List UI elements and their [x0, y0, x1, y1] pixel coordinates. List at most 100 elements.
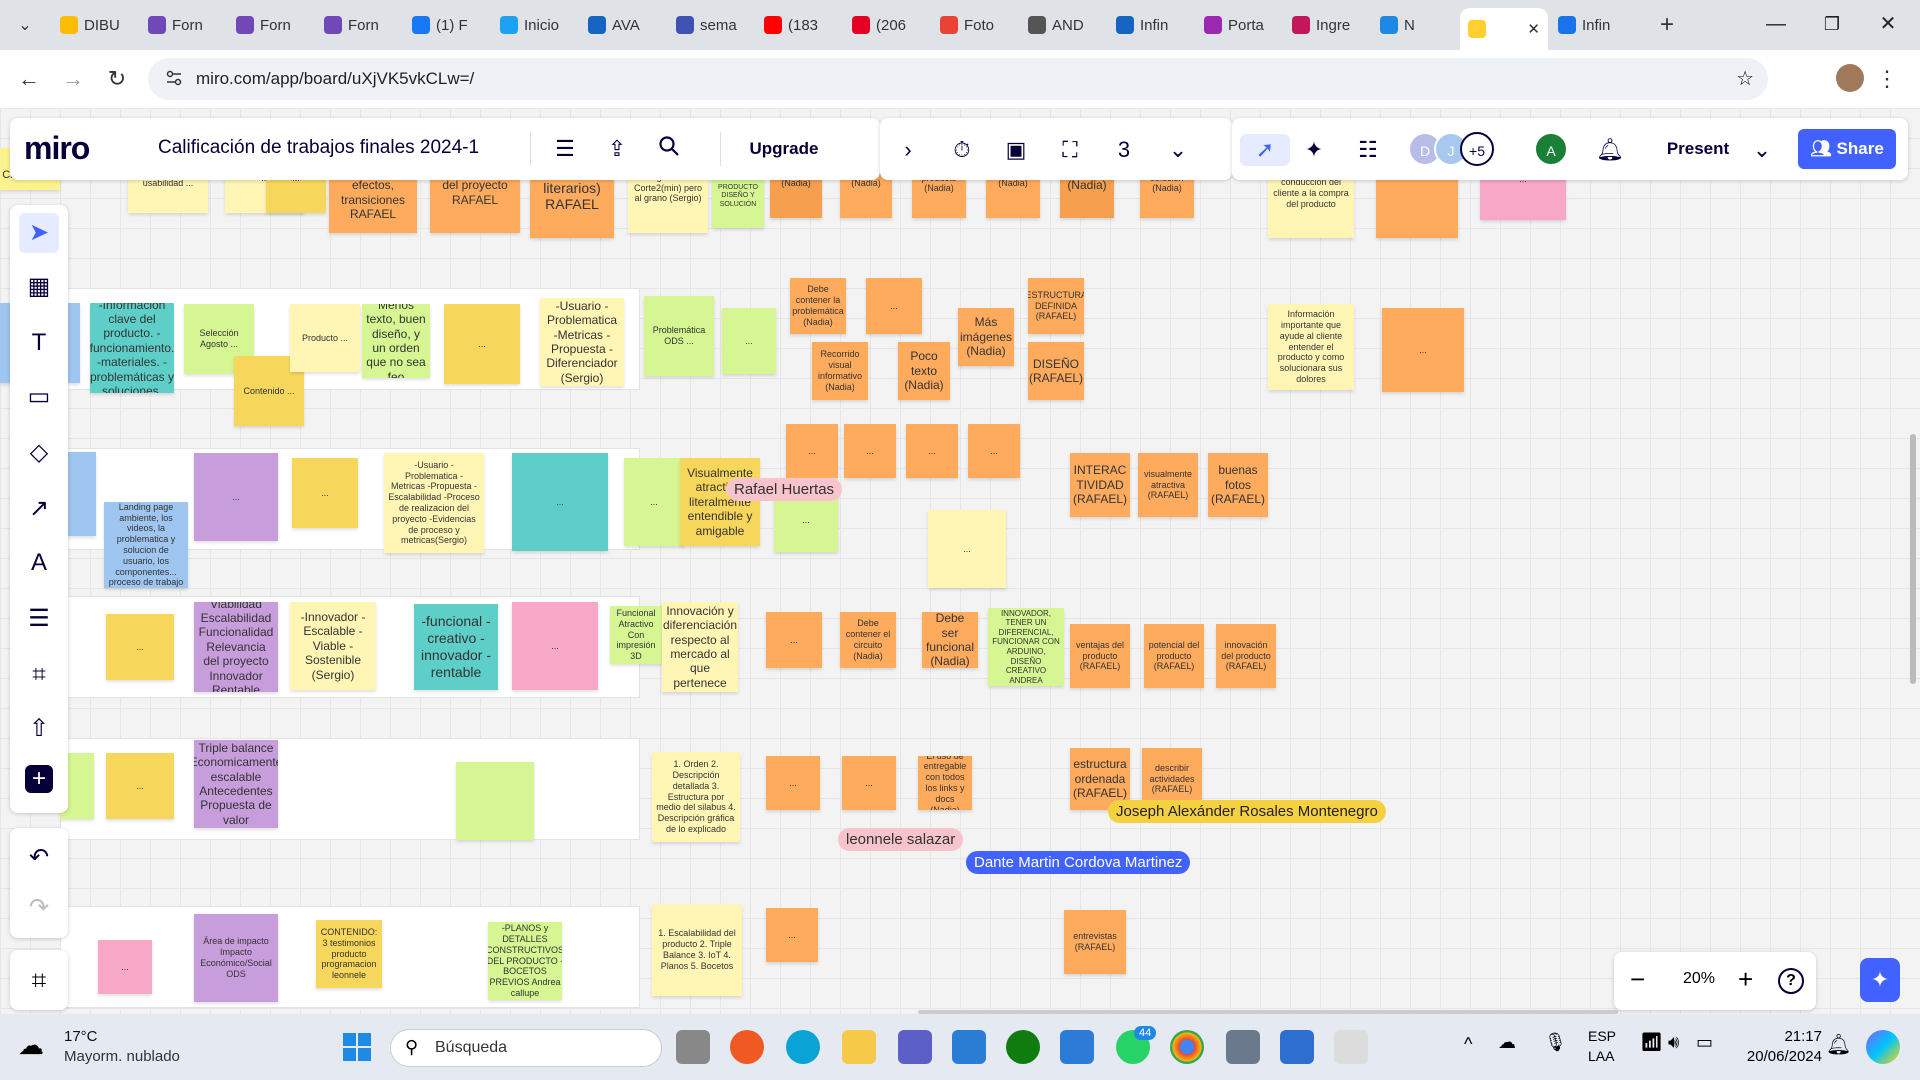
snipping-tool-icon[interactable] [1334, 1030, 1368, 1064]
miro-logo[interactable]: miro [24, 130, 90, 167]
browser-menu-icon[interactable]: ⋮ [1872, 64, 1902, 94]
edge-icon[interactable] [786, 1030, 820, 1064]
clock-date[interactable]: 20/06/2024 [1736, 1048, 1822, 1065]
templates-icon[interactable]: ▦ [19, 267, 59, 307]
sticky-note[interactable]: -PLANOS y DETALLES CONSTRUCTIVOS DEL PRO… [488, 922, 562, 1000]
browser-tab[interactable]: Forn [228, 8, 314, 42]
sticky-note[interactable]: Recorrido visual informativo (Nadia) [812, 342, 868, 400]
sticky-note[interactable]: innovación del producto (RAFAEL) [1216, 624, 1276, 688]
browser-tab[interactable]: sema [668, 8, 754, 42]
browser-tab[interactable]: Ingre [1284, 8, 1370, 42]
timer-icon[interactable]: ⏱ [946, 134, 978, 166]
zoom-in-icon[interactable]: + [1738, 966, 1753, 992]
sticky-note[interactable]: visualmente atractiva (RAFAEL) [1138, 453, 1198, 517]
battery-icon[interactable]: ▭ [1696, 1032, 1713, 1053]
zoom-level[interactable]: 20% [1676, 970, 1722, 988]
windows-start-icon[interactable] [340, 1030, 374, 1064]
sticky-note[interactable]: ... [512, 602, 598, 690]
sticky-note[interactable]: ... [106, 753, 174, 819]
task-view-icon[interactable] [676, 1030, 710, 1064]
photos-icon[interactable] [1280, 1030, 1314, 1064]
sticky-note[interactable]: Debe contener la problemática (Nadia) [790, 278, 846, 334]
undo-icon[interactable]: ↶ [19, 838, 59, 878]
vscode-icon[interactable] [1060, 1030, 1094, 1064]
sticky-note[interactable]: ... [624, 458, 684, 546]
weather-cloud-icon[interactable]: ☁ [18, 1030, 58, 1064]
more-apps-icon[interactable]: + [25, 765, 53, 793]
sticky-note[interactable]: ventajas del producto (RAFAEL) [1070, 624, 1130, 688]
sticky-note[interactable]: INTERAC TIVIDAD (RAFAEL) [1070, 453, 1130, 517]
sticky-note[interactable]: ... [512, 453, 608, 551]
cursor-mode-icon[interactable]: ➚ [1240, 134, 1290, 166]
sticky-note[interactable]: Más imágenes (Nadia) [958, 308, 1014, 366]
frame-icon[interactable]: ⌗ [19, 655, 59, 695]
xbox-icon[interactable] [1006, 1030, 1040, 1064]
sticky-note[interactable]: ... [906, 424, 958, 478]
browser-tab[interactable]: N [1372, 8, 1458, 42]
sticky-note[interactable]: ... [292, 458, 358, 528]
sticky-note[interactable]: Poco texto (Nadia) [898, 342, 950, 400]
sticky-note[interactable] [456, 762, 534, 840]
close-window-icon[interactable]: ✕ [1866, 8, 1910, 40]
browser-tab[interactable]: DIBU [52, 8, 138, 42]
microsoft-store-icon[interactable] [952, 1030, 986, 1064]
upgrade-button[interactable]: Upgrade [738, 131, 830, 167]
tray-chevron-icon[interactable]: ^ [1464, 1034, 1472, 1055]
present-dropdown-chevron-icon[interactable]: ⌄ [1746, 134, 1778, 166]
sticky-note[interactable]: ... [766, 756, 820, 810]
export-upload-icon[interactable]: ⇪ [602, 134, 632, 164]
board-title[interactable]: Calificación de trabajos finales 2024-1 [158, 137, 479, 159]
onedrive-icon[interactable]: ☁ [1498, 1032, 1516, 1053]
screen-capture-icon[interactable]: ⛶ [1054, 134, 1086, 166]
browser-tab[interactable]: (183 [756, 8, 842, 42]
sticky-note[interactable]: -Información clave del producto. -funcio… [90, 303, 174, 393]
chrome-icon[interactable] [1170, 1030, 1204, 1064]
pen-icon[interactable]: A [19, 543, 59, 583]
close-tab-icon[interactable]: ✕ [1527, 20, 1540, 38]
forward-icon[interactable]: → [58, 64, 88, 94]
sticky-note[interactable]: entrevistas (RAFAEL) [1064, 910, 1126, 974]
sticky-note[interactable]: -Innovador -Escalable -Viable -Sostenibl… [290, 602, 376, 690]
notifications-bell-icon[interactable]: 🔔︎ [1594, 134, 1626, 166]
sticky-note-icon[interactable]: ▭ [19, 377, 59, 417]
maximize-icon[interactable]: ❐ [1810, 8, 1854, 40]
sticky-note[interactable]: Funcional Atractivo Con impresión 3D [610, 606, 662, 664]
app-icon[interactable] [730, 1030, 764, 1064]
sticky-note[interactable]: ... [786, 424, 838, 478]
calculator-icon[interactable] [1226, 1030, 1260, 1064]
file-explorer-icon[interactable] [842, 1030, 876, 1064]
new-tab-button[interactable]: + [1650, 8, 1684, 42]
reload-icon[interactable]: ↻ [102, 64, 132, 94]
language-indicator[interactable]: ESP [1588, 1028, 1616, 1044]
search-icon[interactable] [654, 134, 684, 164]
microphone-icon[interactable]: 🎙︎ [1544, 1032, 1567, 1053]
teams-icon[interactable] [898, 1030, 932, 1064]
sticky-note[interactable]: Innovación y diferenciación respecto al … [662, 602, 738, 692]
sticky-note[interactable]: ... [928, 510, 1006, 588]
redo-icon[interactable]: ↷ [19, 888, 59, 928]
browser-tab[interactable]: Forn [316, 8, 402, 42]
browser-tab[interactable]: Porta [1196, 8, 1282, 42]
sticky-note[interactable]: ... [766, 612, 822, 668]
sticky-note[interactable]: ... [722, 308, 776, 374]
sticky-note[interactable]: ... [766, 908, 818, 962]
browser-tab[interactable]: (206 [844, 8, 930, 42]
minimize-icon[interactable]: — [1754, 8, 1798, 40]
tab-active[interactable]: ✕ [1460, 8, 1548, 50]
taskbar-search[interactable]: ⚲ Búsqueda [390, 1029, 662, 1067]
sticky-note[interactable]: -Usuario -Problematica -Metricas -Propue… [384, 453, 484, 553]
sticky-note[interactable]: ... [866, 278, 922, 334]
weather-description[interactable]: Mayorm. nublado [64, 1048, 180, 1065]
share-button[interactable]: 👥︎ Share [1798, 129, 1896, 169]
notification-bell-icon[interactable]: 🔔︎ [1826, 1032, 1851, 1057]
sticky-note[interactable]: -funcional -creativo -innovador -rentabl… [414, 604, 498, 690]
sticky-note[interactable]: ... [194, 453, 278, 541]
chevron-right-icon[interactable]: › [892, 134, 924, 166]
sticky-note[interactable]: Área de impacto Impacto Económico/Social… [194, 914, 278, 1002]
hamburger-menu-icon[interactable]: ☰ [550, 134, 580, 164]
sticky-note[interactable]: Viabilidad Escalabilidad Funcionalidad R… [194, 602, 278, 692]
sticky-note[interactable]: ANDRE: Menos texto, buen diseño, y un or… [362, 304, 430, 378]
number-tool-icon[interactable]: 3 [1108, 134, 1140, 166]
sticky-note[interactable]: El uso de entregable con todos los links… [918, 756, 972, 810]
shapes-icon[interactable]: ◇ [19, 433, 59, 473]
